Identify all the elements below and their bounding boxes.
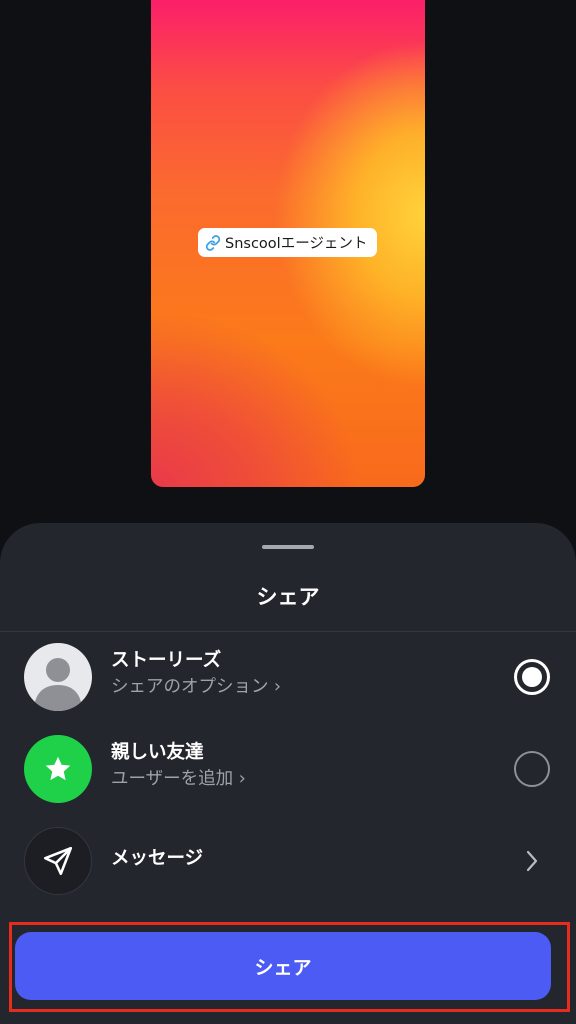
option-stories-text: ストーリーズ シェアのオプション › (111, 649, 281, 699)
link-icon (205, 234, 221, 251)
option-message-text: メッセージ (111, 847, 203, 871)
avatar-icon (24, 643, 92, 711)
link-sticker[interactable]: Snscoolエージェント (198, 228, 378, 257)
star-icon (24, 735, 92, 803)
close-friends-radio[interactable] (514, 751, 550, 787)
option-close-friends-text: 親しい友達 ユーザーを追加 › (111, 741, 246, 791)
screen: Snscoolエージェント シェア ストーリーズ シェアのオプション › 親しい… (0, 0, 576, 1024)
option-message[interactable]: メッセージ (0, 815, 576, 907)
option-stories-title: ストーリーズ (111, 650, 222, 671)
radio-selected-dot (522, 667, 542, 687)
option-close-friends-subtitle[interactable]: ユーザーを追加 › (111, 767, 246, 791)
stories-radio[interactable] (514, 659, 550, 695)
sheet-grabber[interactable] (262, 545, 314, 549)
send-icon (24, 827, 92, 895)
sheet-title: シェア (256, 585, 320, 609)
option-stories[interactable]: ストーリーズ シェアのオプション › (0, 631, 576, 723)
option-close-friends-title: 親しい友達 (111, 742, 204, 763)
option-message-title: メッセージ (111, 848, 204, 869)
share-sheet: シェア ストーリーズ シェアのオプション › 親しい友達 ユーザーを追加 › メ… (0, 523, 576, 1024)
story-preview: Snscoolエージェント (151, 0, 425, 487)
option-close-friends[interactable]: 親しい友達 ユーザーを追加 › (0, 723, 576, 815)
link-sticker-label: Snscoolエージェント (225, 236, 368, 252)
chevron-right-icon[interactable] (522, 847, 542, 875)
option-stories-subtitle[interactable]: シェアのオプション › (111, 675, 281, 699)
share-button[interactable]: シェア (15, 932, 551, 1000)
